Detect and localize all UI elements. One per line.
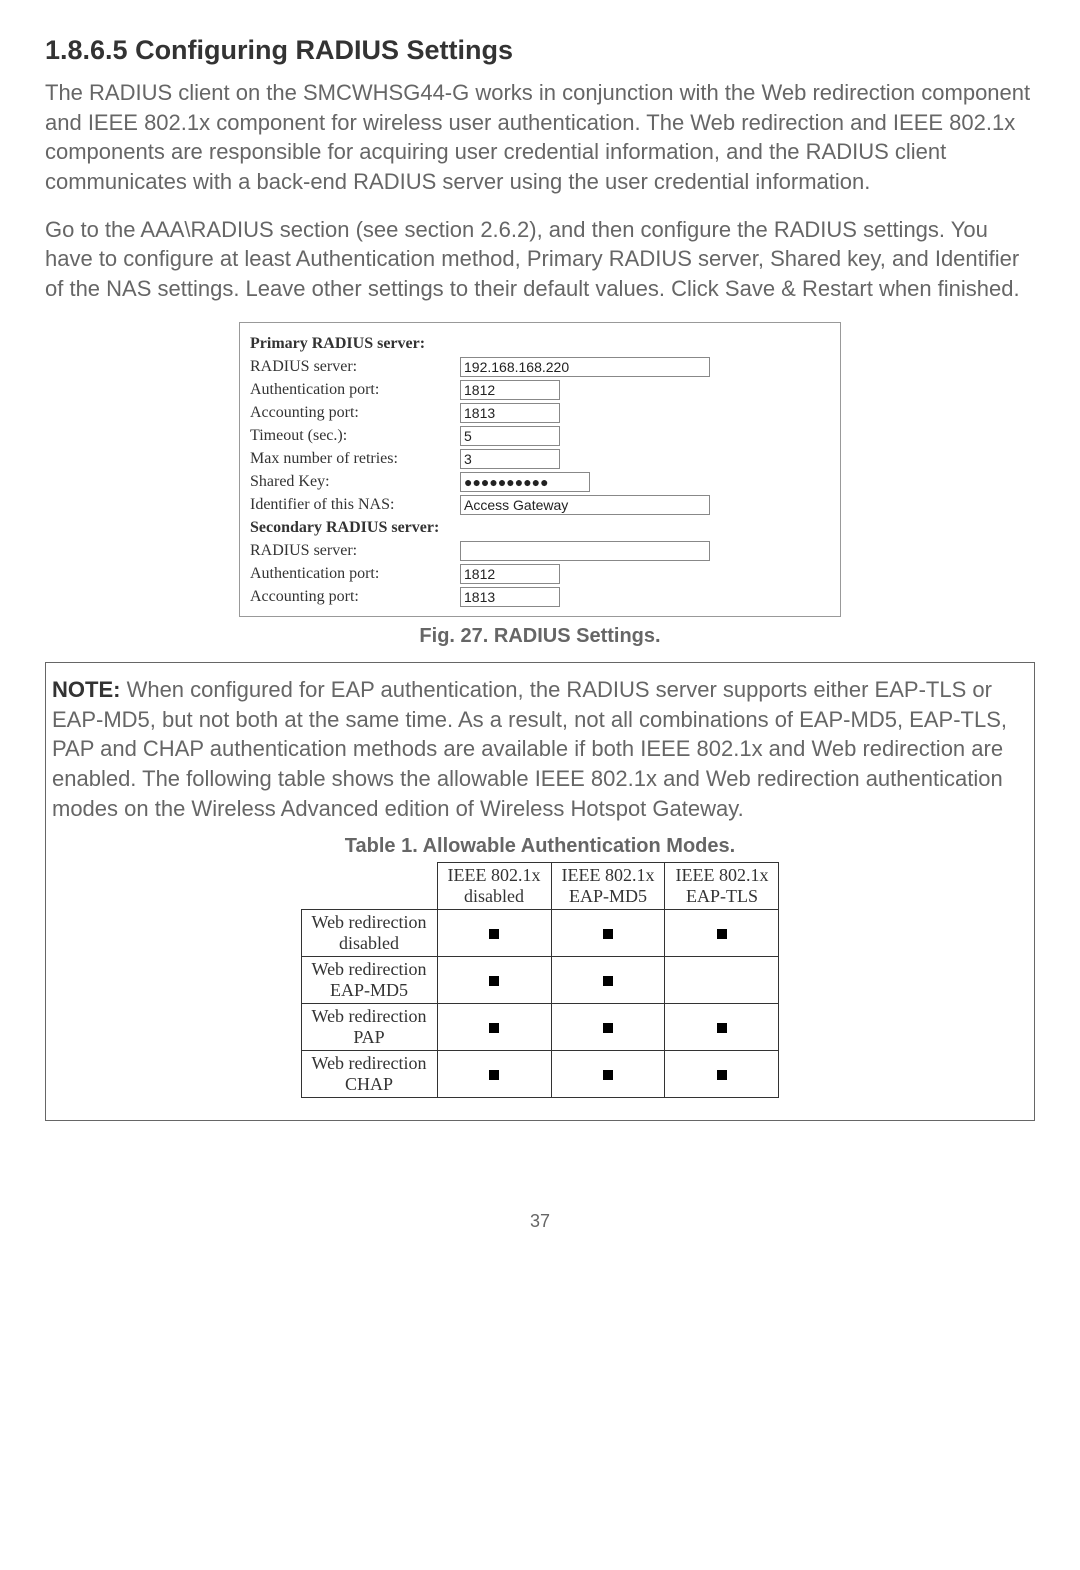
radius-settings-panel: Primary RADIUS server: RADIUS server: Au… <box>239 322 841 617</box>
note-label: NOTE: <box>52 677 120 702</box>
col-ieee-disabled: IEEE 802.1xdisabled <box>437 863 551 910</box>
note-text: When configured for EAP authentication, … <box>52 677 1007 821</box>
check-icon <box>603 929 613 939</box>
check-icon <box>489 929 499 939</box>
radius-server-input[interactable] <box>460 357 710 377</box>
check-icon <box>489 1070 499 1080</box>
paragraph-2: Go to the AAA\RADIUS section (see sectio… <box>45 215 1035 304</box>
cell <box>437 910 551 957</box>
radius-server-label: RADIUS server: <box>250 358 460 376</box>
cell <box>665 1051 779 1098</box>
auth-modes-table: IEEE 802.1xdisabled IEEE 802.1xEAP-MD5 I… <box>301 862 780 1098</box>
acct-port-label: Accounting port: <box>250 404 460 422</box>
table-row: Web redirectionEAP-MD5 <box>301 957 779 1004</box>
row-webredir-disabled: Web redirectiondisabled <box>301 910 437 957</box>
shared-key-input[interactable] <box>460 472 590 492</box>
cell <box>665 1004 779 1051</box>
auth-port-input[interactable] <box>460 380 560 400</box>
shared-key-label: Shared Key: <box>250 473 460 491</box>
check-icon <box>717 1023 727 1033</box>
cell <box>437 1051 551 1098</box>
cell-empty <box>665 957 779 1004</box>
cell <box>665 910 779 957</box>
sec-auth-port-input[interactable] <box>460 564 560 584</box>
nas-id-label: Identifier of this NAS: <box>250 496 460 514</box>
cell <box>551 1004 665 1051</box>
nas-id-input[interactable] <box>460 495 710 515</box>
table-caption: Table 1. Allowable Authentication Modes. <box>46 835 1034 858</box>
check-icon <box>717 929 727 939</box>
auth-port-label: Authentication port: <box>250 381 460 399</box>
retries-input[interactable] <box>460 449 560 469</box>
retries-label: Max number of retries: <box>250 450 460 468</box>
row-webredir-pap: Web redirectionPAP <box>301 1004 437 1051</box>
sec-auth-port-label: Authentication port: <box>250 565 460 583</box>
check-icon <box>489 976 499 986</box>
cell <box>551 910 665 957</box>
sec-acct-port-label: Accounting port: <box>250 588 460 606</box>
check-icon <box>603 1023 613 1033</box>
paragraph-1: The RADIUS client on the SMCWHSG44-G wor… <box>45 78 1035 197</box>
timeout-label: Timeout (sec.): <box>250 427 460 445</box>
table-row: Web redirectionCHAP <box>301 1051 779 1098</box>
sec-radius-server-label: RADIUS server: <box>250 542 460 560</box>
col-ieee-eaptls: IEEE 802.1xEAP-TLS <box>665 863 779 910</box>
col-ieee-eapmd5: IEEE 802.1xEAP-MD5 <box>551 863 665 910</box>
row-webredir-chap: Web redirectionCHAP <box>301 1051 437 1098</box>
note-box: NOTE: When configured for EAP authentica… <box>46 671 1034 827</box>
check-icon <box>717 1070 727 1080</box>
cell <box>551 1051 665 1098</box>
table-header-row: IEEE 802.1xdisabled IEEE 802.1xEAP-MD5 I… <box>301 863 779 910</box>
section-heading: 1.8.6.5 Configuring RADIUS Settings <box>45 35 1035 66</box>
check-icon <box>603 976 613 986</box>
cell <box>551 957 665 1004</box>
page-number: 37 <box>45 1211 1035 1232</box>
sec-acct-port-input[interactable] <box>460 587 560 607</box>
cell <box>437 1004 551 1051</box>
row-webredir-eapmd5: Web redirectionEAP-MD5 <box>301 957 437 1004</box>
secondary-radius-header: Secondary RADIUS server: <box>250 519 830 537</box>
check-icon <box>603 1070 613 1080</box>
table-row: Web redirectionPAP <box>301 1004 779 1051</box>
primary-radius-header: Primary RADIUS server: <box>250 335 830 353</box>
table-row: Web redirectiondisabled <box>301 910 779 957</box>
acct-port-input[interactable] <box>460 403 560 423</box>
timeout-input[interactable] <box>460 426 560 446</box>
figure-caption: Fig. 27. RADIUS Settings. <box>45 625 1035 648</box>
sec-radius-server-input[interactable] <box>460 541 710 561</box>
cell <box>437 957 551 1004</box>
note-and-table-frame: NOTE: When configured for EAP authentica… <box>45 662 1035 1121</box>
check-icon <box>489 1023 499 1033</box>
